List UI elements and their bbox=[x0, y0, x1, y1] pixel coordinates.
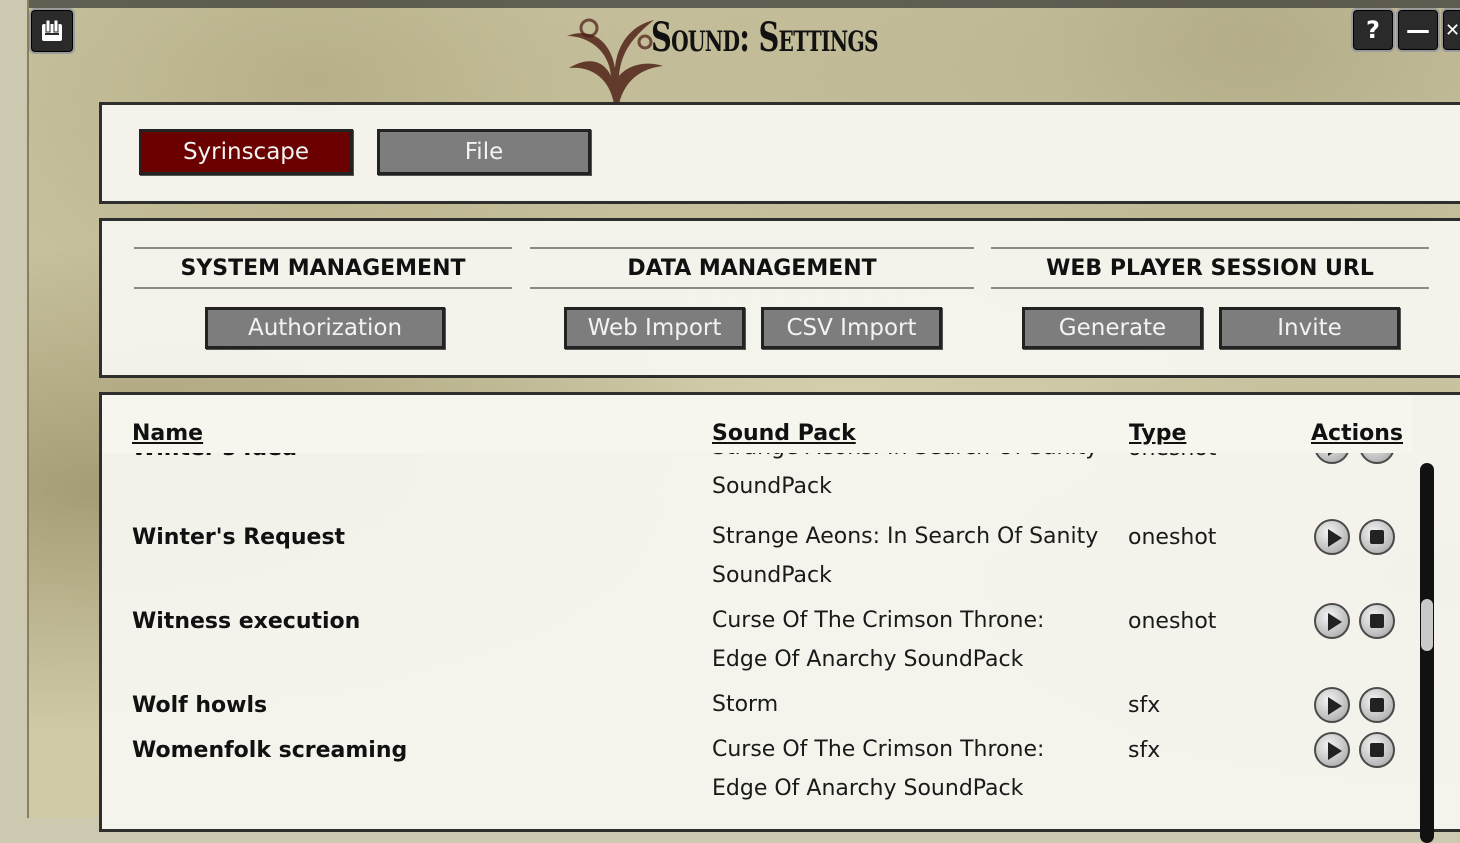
row-type: oneshot bbox=[1128, 609, 1217, 634]
row-sound-pack-line: Edge Of Anarchy SoundPack bbox=[712, 776, 1024, 801]
web-player-session-heading: WEB PLAYER SESSION URL bbox=[991, 247, 1429, 289]
management-panel: SYSTEM MANAGEMENT Authorization DATA MAN… bbox=[99, 218, 1460, 378]
row-name: Womenfolk screaming bbox=[132, 738, 408, 763]
stop-button[interactable] bbox=[1359, 519, 1395, 555]
list-scrollbar-thumb[interactable] bbox=[1421, 599, 1433, 651]
stop-icon bbox=[1370, 614, 1384, 628]
row-type: sfx bbox=[1128, 693, 1161, 718]
row-sound-pack: Storm bbox=[712, 685, 1122, 724]
system-management-heading: SYSTEM MANAGEMENT bbox=[134, 247, 512, 289]
play-icon bbox=[1328, 742, 1342, 760]
stop-icon bbox=[1370, 698, 1384, 712]
play-button[interactable] bbox=[1314, 603, 1350, 639]
row-type: sfx bbox=[1128, 738, 1161, 763]
stop-button[interactable] bbox=[1359, 732, 1395, 768]
play-button[interactable] bbox=[1314, 732, 1350, 768]
list-scrollbar[interactable] bbox=[1420, 463, 1434, 843]
row-name: Wolf howls bbox=[132, 693, 268, 718]
column-header-sound-pack[interactable]: Sound Pack bbox=[712, 421, 860, 446]
row-type: oneshot bbox=[1128, 525, 1217, 550]
play-icon bbox=[1328, 613, 1342, 631]
play-button[interactable] bbox=[1314, 687, 1350, 723]
play-icon bbox=[1328, 697, 1342, 715]
generate-button[interactable]: Generate bbox=[1022, 307, 1203, 349]
tab-file[interactable]: File bbox=[377, 129, 591, 175]
row-sound-pack: Curse Of The Crimson Throne: Edge Of Ana… bbox=[712, 730, 1122, 808]
invite-button[interactable]: Invite bbox=[1219, 307, 1400, 349]
play-button[interactable] bbox=[1314, 519, 1350, 555]
row-sound-pack-line: SoundPack bbox=[712, 563, 832, 588]
row-sound-pack: Strange Aeons: In Search Of Sanity Sound… bbox=[712, 517, 1122, 595]
row-sound-pack-line: Edge Of Anarchy SoundPack bbox=[712, 647, 1024, 672]
row-sound-pack-line: Curse Of The Crimson Throne: bbox=[712, 737, 1045, 762]
authorization-button[interactable]: Authorization bbox=[205, 307, 445, 349]
row-name: Witness execution bbox=[132, 609, 361, 634]
web-import-button[interactable]: Web Import bbox=[564, 307, 745, 349]
stop-button[interactable] bbox=[1359, 603, 1395, 639]
row-sound-pack: Curse Of The Crimson Throne: Edge Of Ana… bbox=[712, 601, 1122, 679]
stop-icon bbox=[1370, 530, 1384, 544]
column-header-actions: Actions bbox=[1311, 421, 1407, 446]
window-title: Sound: Settings bbox=[651, 14, 879, 61]
tome-icon bbox=[42, 19, 62, 41]
row-sound-pack-line: Storm bbox=[712, 692, 779, 717]
row-sound-pack-line: Curse Of The Crimson Throne: bbox=[712, 608, 1045, 633]
tab-syrinscape[interactable]: Syrinscape bbox=[139, 129, 353, 175]
stop-button[interactable] bbox=[1359, 687, 1395, 723]
stop-icon bbox=[1370, 743, 1384, 757]
sound-settings-window: Sound: Settings Syrinscape File SYSTEM M… bbox=[27, 0, 1460, 843]
play-icon bbox=[1328, 529, 1342, 547]
close-button[interactable]: ✕ bbox=[1441, 8, 1460, 52]
tab-panel: Syrinscape File bbox=[99, 102, 1460, 204]
csv-import-button[interactable]: CSV Import bbox=[761, 307, 942, 349]
data-management-heading: DATA MANAGEMENT bbox=[530, 247, 974, 289]
row-name: Winter's Request bbox=[132, 525, 346, 550]
row-sound-pack-line: Strange Aeons: In Search Of Sanity bbox=[712, 524, 1099, 549]
sound-list-panel: Name Sound Pack Type Actions Winter's Id… bbox=[99, 392, 1460, 843]
row-sound-pack-line: SoundPack bbox=[712, 474, 832, 499]
column-header-type[interactable]: Type bbox=[1129, 421, 1191, 446]
help-button[interactable]: ? bbox=[1351, 8, 1395, 52]
column-header-name[interactable]: Name bbox=[132, 421, 208, 446]
sidebar-toggle-button[interactable] bbox=[29, 8, 75, 54]
minimize-button[interactable]: — bbox=[1396, 8, 1440, 52]
